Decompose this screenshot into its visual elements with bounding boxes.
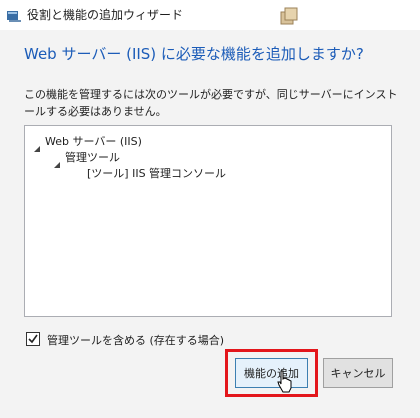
expanded-triangle-icon[interactable] bbox=[33, 138, 41, 152]
add-features-button[interactable]: 機能の追加 bbox=[235, 358, 308, 388]
cancel-button[interactable]: キャンセル bbox=[323, 358, 393, 388]
dialog-heading: Web サーバー (IIS) に必要な機能を追加しますか? bbox=[24, 45, 364, 63]
window-title: 役割と機能の追加ウィザード bbox=[27, 8, 184, 22]
dialog-description: この機能を管理するには次のツールが必要ですが、同じサーバーにインストールする必要… bbox=[24, 88, 398, 118]
tree-item-web-server[interactable]: Web サーバー (IIS) bbox=[45, 133, 142, 149]
copy-windows-icon bbox=[278, 6, 300, 28]
expanded-triangle-icon[interactable] bbox=[53, 154, 61, 168]
mouse-pointer-icon bbox=[277, 370, 293, 394]
wizard-app-icon bbox=[6, 8, 22, 22]
include-tools-checkbox[interactable] bbox=[26, 332, 40, 346]
title-bar: 役割と機能の追加ウィザード bbox=[0, 0, 420, 30]
include-tools-label[interactable]: 管理ツールを含める (存在する場合) bbox=[47, 332, 224, 348]
feature-tree[interactable]: Web サーバー (IIS) 管理ツール [ツール] IIS 管理コンソール bbox=[24, 125, 392, 317]
tree-item-management-tools[interactable]: 管理ツール bbox=[65, 149, 120, 165]
tree-item-iis-console[interactable]: [ツール] IIS 管理コンソール bbox=[87, 165, 226, 181]
